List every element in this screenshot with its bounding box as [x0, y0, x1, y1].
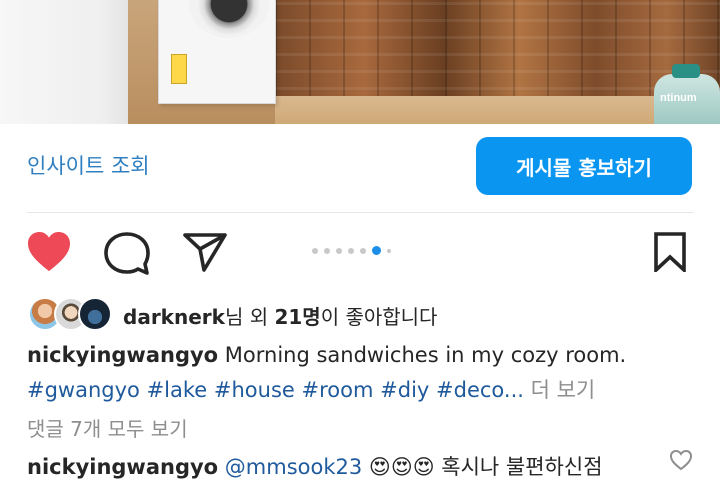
hashtag[interactable]: #gwangyo [27, 378, 140, 402]
photo-bottle-label: ntinum [660, 92, 697, 104]
paper-plane-icon[interactable] [182, 232, 228, 272]
view-insights-link[interactable]: 인사이트 조회 [27, 150, 150, 180]
hashtag[interactable]: #house [214, 378, 295, 402]
photo-washing-machine [158, 0, 276, 104]
likes-count[interactable]: 21명 [274, 305, 320, 329]
comment-row: nickyingwangyo @mmsook23 😍😍😍 혹시나 불편하신점 [27, 451, 603, 480]
carousel-dot [360, 247, 366, 254]
hashtag[interactable]: #diy [380, 378, 429, 402]
caption-text: Morning sandwiches in my cozy room. [218, 343, 627, 367]
liker-avatars[interactable] [28, 297, 112, 331]
carousel-dot-active [372, 246, 381, 255]
carousel-dot [312, 247, 318, 254]
photo-washer-door [189, 0, 269, 38]
caption-username[interactable]: nickyingwangyo [27, 343, 218, 367]
comment-username[interactable]: nickyingwangyo [27, 455, 218, 479]
promote-post-button[interactable]: 게시물 홍보하기 [476, 137, 692, 195]
likes-text-end: 이 좋아합니다 [320, 305, 438, 329]
carousel-indicator [312, 246, 391, 255]
comment-bubble-icon[interactable] [104, 232, 150, 276]
hashtag[interactable]: #lake [147, 378, 208, 402]
liker-username[interactable]: darknerk [123, 305, 225, 329]
likes-summary[interactable]: darknerk님 외 21명이 좋아합니다 [123, 301, 437, 330]
carousel-dot [336, 247, 342, 254]
caption-more-link[interactable]: 더 보기 [524, 378, 596, 402]
caption-ellipsis: ... [503, 378, 524, 402]
post-caption: nickyingwangyo Morning sandwiches in my … [27, 343, 626, 367]
carousel-dot [348, 247, 354, 254]
hashtag[interactable]: #deco [436, 378, 504, 402]
divider [27, 212, 694, 213]
photo-bottle-cap [672, 64, 700, 78]
photo-washer-label [171, 54, 187, 84]
view-all-comments-link[interactable]: 댓글 7개 모두 보기 [27, 413, 188, 442]
carousel-dot [324, 247, 330, 254]
carousel-dot [387, 248, 391, 253]
comment-mention[interactable]: @mmsook23 [225, 455, 362, 479]
promote-post-label: 게시물 홍보하기 [516, 155, 652, 180]
caption-hashtags: #gwangyo #lake #house #room #diy #deco..… [27, 374, 595, 404]
likes-text-mid: 님 외 [224, 305, 275, 329]
avatar [78, 297, 112, 331]
hashtag[interactable]: #room [302, 378, 374, 402]
comment-text: 혹시나 불편하신점 [434, 455, 603, 479]
heart-filled-icon[interactable] [26, 231, 72, 273]
comment-emoji: 😍😍😍 [368, 455, 435, 479]
photo-wall [0, 0, 128, 124]
comment-heart-icon[interactable] [669, 449, 693, 471]
photo-bottle: ntinum [654, 64, 720, 124]
bookmark-icon[interactable] [650, 232, 690, 272]
post-photo[interactable]: ntinum [0, 0, 720, 124]
